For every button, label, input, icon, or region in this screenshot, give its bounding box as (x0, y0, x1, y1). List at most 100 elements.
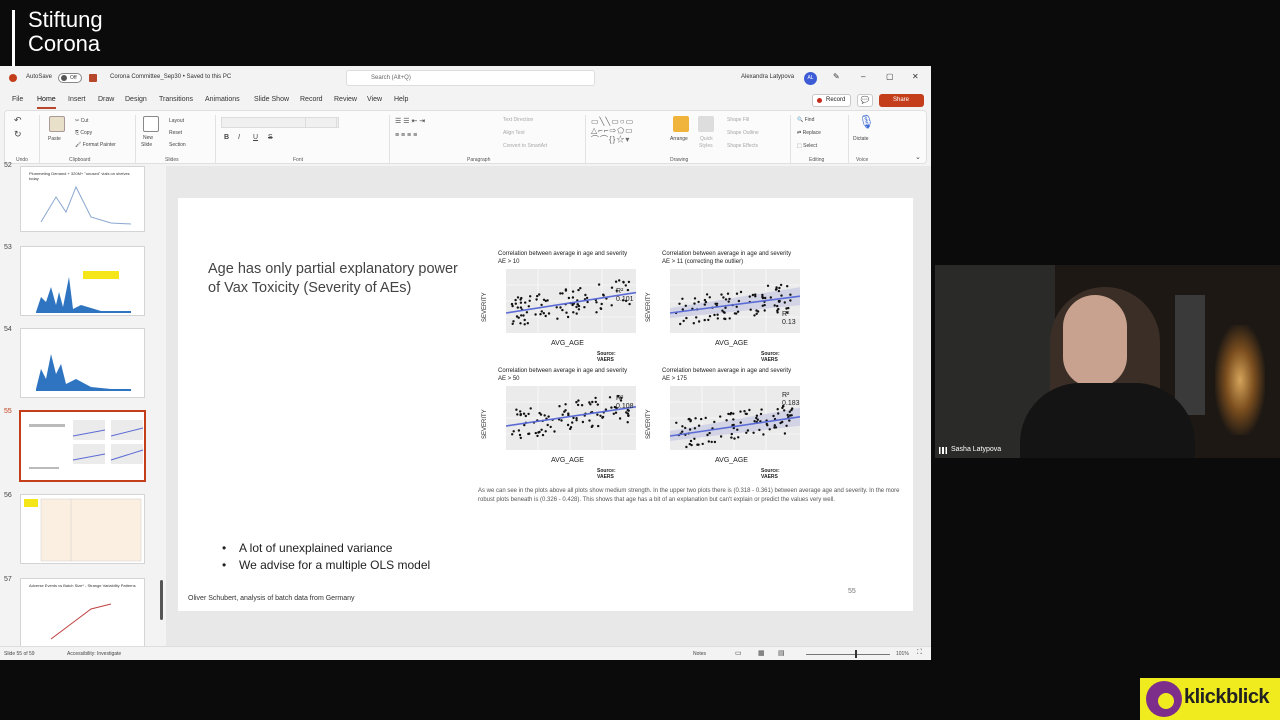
dictate-button[interactable]: Dictate (853, 136, 869, 142)
search-input[interactable]: Search (Alt+Q) (346, 70, 595, 86)
autosave-toggle[interactable]: Off (58, 73, 82, 83)
italic-button[interactable]: I (238, 134, 240, 141)
thumbnail-53[interactable] (20, 246, 145, 316)
undo-icon[interactable]: ↶ (14, 115, 22, 126)
section-button[interactable]: Section (169, 142, 186, 148)
thumbnail-scrollbar[interactable] (159, 170, 165, 646)
zoom-slider[interactable] (806, 654, 890, 655)
tab-draw[interactable]: Draw (98, 96, 114, 103)
collapse-ribbon-icon[interactable]: ⌄ (915, 153, 921, 161)
restore-button[interactable]: ▢ (886, 72, 894, 81)
tab-design[interactable]: Design (125, 96, 147, 103)
record-button[interactable]: Record (812, 94, 851, 107)
zoom-level[interactable]: 101% (896, 651, 909, 657)
tab-record[interactable]: Record (300, 96, 323, 103)
avatar[interactable]: AL (804, 72, 817, 85)
slide-footer[interactable]: Oliver Schubert, analysis of batch data … (188, 595, 355, 602)
new-slide-button[interactable]: New (143, 135, 153, 141)
fit-slide-icon[interactable]: ⛶ (917, 649, 922, 657)
quick-styles-button-line2[interactable]: Styles (699, 143, 713, 149)
thumb-number: 52 (4, 162, 12, 169)
arrange-icon[interactable] (673, 116, 689, 132)
tab-view[interactable]: View (367, 96, 382, 103)
select-button[interactable]: ⬚ Select (797, 143, 817, 149)
arrange-button[interactable]: Arrange (670, 136, 688, 142)
thumbnail-57[interactable]: Adverse Events vs Batch Size* - Strange … (20, 578, 145, 648)
tab-review[interactable]: Review (334, 96, 357, 103)
share-button[interactable]: Share (879, 94, 924, 107)
comments-button[interactable]: 💬 (857, 94, 873, 107)
copy-button[interactable]: ⎘ Copy (75, 130, 92, 136)
bullets-icon[interactable]: ☰ ☰ ⇤ ⇥ (395, 117, 425, 125)
layout-button[interactable]: Layout (169, 118, 184, 124)
slide-title[interactable]: Age has only partial explanatory power o… (208, 260, 458, 298)
shape-fill-button[interactable]: Shape Fill (727, 117, 749, 123)
bullet-list[interactable]: A lot of unexplained variance We advise … (222, 540, 430, 574)
notes-button[interactable]: Notes (693, 651, 706, 657)
slide-count: Slide 55 of 59 (4, 651, 35, 657)
scrollbar-thumb[interactable] (160, 580, 163, 620)
pen-icon[interactable]: ✎ (833, 72, 840, 81)
scatter-point (610, 406, 613, 409)
microphone-icon[interactable]: 🎙 (858, 114, 875, 130)
scatter-point (527, 305, 530, 308)
quick-styles-icon[interactable] (698, 116, 714, 132)
sorter-view-icon[interactable]: ▦ (758, 649, 765, 657)
format-painter-button[interactable]: 🖌 Format Painter (75, 142, 116, 148)
tab-slide-show[interactable]: Slide Show (254, 96, 289, 103)
tab-help[interactable]: Help (394, 96, 408, 103)
scatter-point (781, 420, 784, 424)
thumbnail-56[interactable] (20, 494, 145, 564)
shape-effects-button[interactable]: Shape Effects (727, 143, 758, 149)
quick-styles-button[interactable]: Quick (700, 136, 713, 142)
paste-icon[interactable] (49, 116, 65, 132)
user-name[interactable]: Alexandra Latypova (741, 74, 794, 80)
zoom-slider-knob[interactable] (855, 650, 857, 658)
tab-home[interactable]: Home (37, 96, 56, 109)
bold-button[interactable]: B (224, 134, 229, 141)
smartart-button[interactable]: Convert to SmartArt (503, 143, 547, 149)
tab-animations[interactable]: Animations (205, 96, 240, 103)
replace-button[interactable]: ⇄ Replace (797, 130, 821, 136)
underline-button[interactable]: U (253, 134, 258, 141)
document-title[interactable]: Corona Committee_Sep30 • Saved to this P… (110, 74, 231, 80)
close-button[interactable]: ✕ (912, 72, 919, 81)
slide-caption[interactable]: As we can see in the plots above all plo… (478, 487, 903, 505)
scatter-point (681, 430, 684, 433)
reset-button[interactable]: Reset (169, 130, 182, 136)
scatter-point (689, 419, 692, 422)
strikethrough-button[interactable]: S (268, 134, 273, 141)
paste-button[interactable]: Paste (48, 136, 61, 142)
save-icon[interactable] (89, 74, 97, 82)
new-slide-icon[interactable] (143, 116, 159, 132)
normal-view-icon[interactable]: ▭ (735, 649, 742, 657)
shapes-gallery[interactable]: ▭╲╲▭○▭ △⌐⌐⇨⬠▭ ⌒⌒{}☆▾ (591, 117, 663, 153)
accessibility-status[interactable]: Accessibility: Investigate (67, 651, 121, 657)
tab-insert[interactable]: Insert (68, 96, 86, 103)
minimize-button[interactable]: – (861, 72, 865, 81)
scatter-point (566, 315, 570, 319)
bullet-item[interactable]: We advise for a multiple OLS model (222, 557, 430, 574)
scatter-point (773, 424, 776, 427)
tab-file[interactable]: File (12, 96, 23, 103)
cut-button[interactable]: ✂ Cut (75, 118, 88, 124)
thumbnail-55[interactable] (19, 410, 146, 482)
slide[interactable]: Age has only partial explanatory power o… (178, 198, 913, 611)
text-direction-button[interactable]: Text Direction (503, 117, 533, 123)
paragraph-group-label: Paragraph (467, 157, 491, 163)
scatter-point (775, 286, 778, 289)
align-text-button[interactable]: Align Text (503, 130, 525, 136)
reading-view-icon[interactable]: ▤ (778, 649, 785, 657)
find-button[interactable]: 🔍 Find (797, 117, 814, 123)
thumbnail-52[interactable]: Plummeting Demand + 320M+ "unused" vials… (20, 166, 145, 232)
bullet-item[interactable]: A lot of unexplained variance (222, 540, 430, 557)
align-icon[interactable]: ≡ ≡ ≡ ≡ (395, 132, 417, 139)
shape-outline-button[interactable]: Shape Outline (727, 130, 759, 136)
tab-transitions[interactable]: Transitions (159, 96, 193, 103)
scatter-point (599, 307, 602, 310)
thumbnail-54[interactable] (20, 328, 145, 398)
font-size-input[interactable] (305, 117, 337, 128)
participant-video[interactable]: Sasha Latypova (935, 265, 1280, 458)
redo-icon[interactable]: ↻ (14, 129, 22, 140)
new-slide-button-line2[interactable]: Slide (141, 142, 152, 148)
